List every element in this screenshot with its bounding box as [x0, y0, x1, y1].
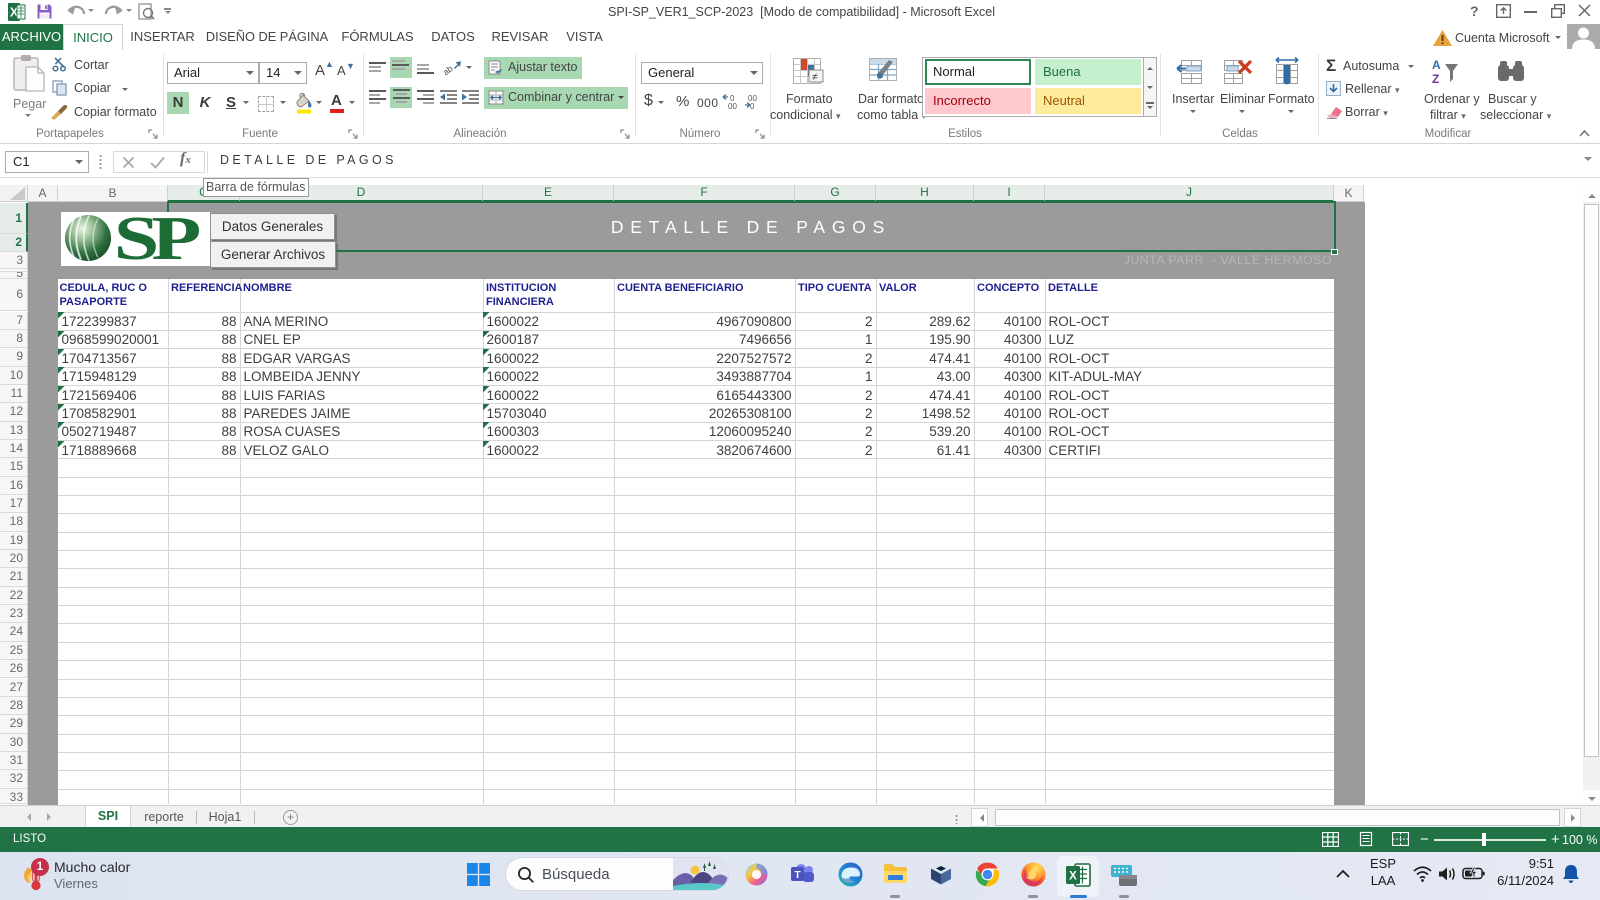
svg-text:ab: ab: [443, 63, 455, 77]
svg-text:T: T: [794, 870, 800, 881]
svg-text:0: 0: [750, 102, 755, 111]
svg-text:X: X: [1069, 871, 1077, 883]
svg-text:Z: Z: [1432, 72, 1439, 86]
svg-text:00: 00: [728, 102, 737, 111]
svg-text:A: A: [1432, 58, 1441, 72]
svg-text:P: P: [151, 212, 201, 266]
svg-text:≠: ≠: [812, 72, 818, 83]
